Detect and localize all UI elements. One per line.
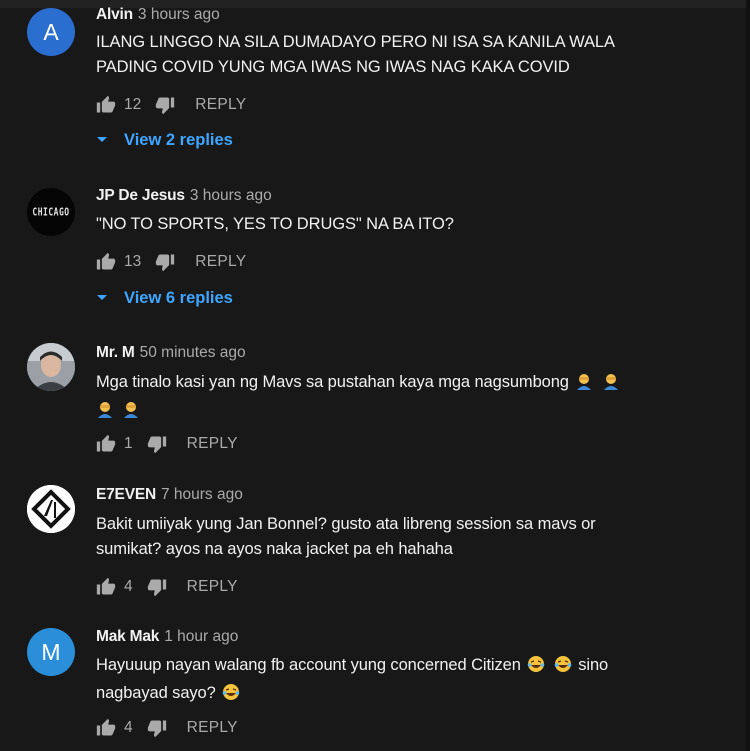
author-name[interactable]: Mr. M	[96, 344, 135, 361]
comment-text: ILANG LINGGO NA SILA DUMADAYO PERO NI IS…	[96, 33, 614, 76]
comment-header: Alvin 3 hours ago	[96, 6, 220, 24]
avatar[interactable]: CHICAGO	[27, 188, 75, 236]
comment-time[interactable]: 3 hours ago	[190, 187, 272, 204]
author-name[interactable]: E7EVEN	[96, 486, 156, 503]
avatar-letter: A	[43, 18, 59, 45]
view-replies-button[interactable]: View 6 replies	[96, 286, 233, 310]
thumb-up-icon[interactable]	[96, 718, 116, 738]
comment-header: Mr. M 50 minutes ago	[96, 344, 246, 362]
avatar[interactable]: M	[27, 628, 75, 676]
comment-actions: 4 REPLY	[96, 716, 238, 740]
thumb-up-icon[interactable]	[96, 577, 116, 597]
chevron-down-icon	[96, 136, 108, 144]
author-name[interactable]: Alvin	[96, 6, 133, 23]
comment-text: Mga tinalo kasi yan ng Mavs sa pustahan …	[96, 370, 676, 426]
person-facepalming-emoji	[575, 372, 593, 398]
thumb-down-icon[interactable]	[147, 577, 167, 597]
like-count: 4	[124, 578, 133, 595]
author-name[interactable]: Mak Mak	[96, 628, 159, 645]
e7even-logo-icon	[27, 485, 75, 533]
comment-text: Hayuuup nayan walang fb account yung con…	[96, 653, 696, 709]
comment-time[interactable]: 50 minutes ago	[140, 344, 246, 361]
avatar[interactable]	[27, 343, 75, 391]
comment-actions: 1 REPLY	[96, 432, 238, 456]
comment-text-part: Hayuuup nayan walang fb account yung con…	[96, 656, 521, 674]
thumb-up-icon[interactable]	[96, 252, 116, 272]
person-facepalming-emoji	[96, 400, 114, 426]
view-replies-label: View 2 replies	[124, 130, 233, 149]
laughing-tears-emoji	[554, 655, 572, 681]
person-facepalming-emoji	[602, 372, 620, 398]
avatar[interactable]: A	[27, 8, 75, 56]
like-count: 12	[124, 96, 142, 113]
comment-actions: 13 REPLY	[96, 250, 246, 274]
reply-button[interactable]: REPLY	[187, 578, 238, 596]
comment-time[interactable]: 7 hours ago	[161, 486, 243, 503]
person-facepalming-emoji	[122, 400, 140, 426]
chevron-down-icon	[96, 294, 108, 302]
thumb-down-icon[interactable]	[147, 434, 167, 454]
avatar-logo-text: CHICAGO	[32, 206, 70, 218]
like-count: 13	[124, 253, 142, 270]
laughing-tears-emoji	[527, 655, 545, 681]
laughing-tears-emoji	[222, 683, 240, 709]
thumb-up-icon[interactable]	[96, 434, 116, 454]
comment-header: JP De Jesus 3 hours ago	[96, 187, 272, 205]
author-name[interactable]: JP De Jesus	[96, 187, 185, 204]
reply-button[interactable]: REPLY	[187, 435, 238, 453]
like-count: 1	[124, 435, 133, 452]
thumb-down-icon[interactable]	[155, 252, 175, 272]
comment-header: Mak Mak 1 hour ago	[96, 628, 238, 646]
avatar-letter: M	[41, 638, 61, 665]
reply-button[interactable]: REPLY	[195, 253, 246, 271]
view-replies-button[interactable]: View 2 replies	[96, 128, 233, 152]
comment-actions: 4 REPLY	[96, 575, 238, 599]
comment-actions: 12 REPLY	[96, 93, 246, 117]
comment-time[interactable]: 3 hours ago	[138, 6, 220, 23]
view-replies-label: View 6 replies	[124, 288, 233, 307]
like-count: 4	[124, 719, 133, 736]
comment-text-part: sino	[578, 656, 609, 674]
reply-button[interactable]: REPLY	[187, 719, 238, 737]
reply-button[interactable]: REPLY	[195, 96, 246, 114]
thumb-up-icon[interactable]	[96, 95, 116, 115]
scrollbar-track[interactable]	[746, 0, 750, 751]
comment-text: "NO TO SPORTS, YES TO DRUGS" NA BA ITO?	[96, 215, 454, 233]
comment-text: Bakit umiiyak yung Jan Bonnel? gusto ata…	[96, 512, 696, 562]
comment-time[interactable]: 1 hour ago	[164, 628, 238, 645]
profile-photo	[27, 343, 75, 391]
thumb-down-icon[interactable]	[155, 95, 175, 115]
avatar[interactable]	[27, 485, 75, 533]
comment-text-line: sumikat? ayos na ayos naka jacket pa eh …	[96, 540, 453, 558]
comment-text-line: Bakit umiiyak yung Jan Bonnel? gusto ata…	[96, 515, 596, 533]
comment-header: E7EVEN 7 hours ago	[96, 486, 243, 504]
comment-text-part: Mga tinalo kasi yan ng Mavs sa pustahan …	[96, 373, 569, 391]
comment-text-part: nagbayad sayo?	[96, 684, 216, 702]
thumb-down-icon[interactable]	[147, 718, 167, 738]
